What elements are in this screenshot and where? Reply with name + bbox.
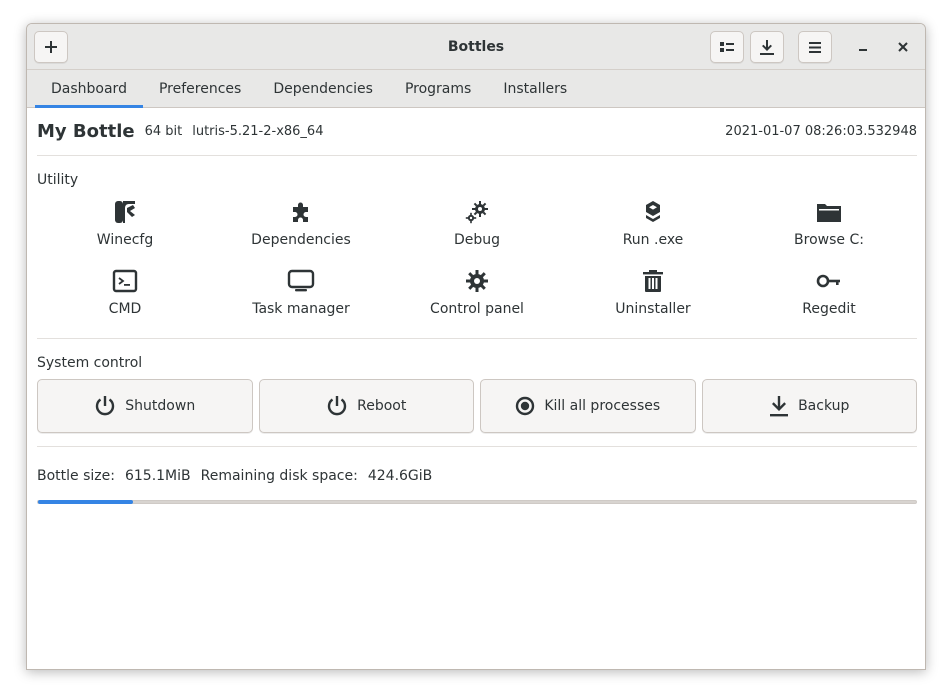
utility-run-exe[interactable]: Run .exe (565, 194, 741, 257)
folder-icon (817, 204, 841, 222)
system-control-section-title: System control (37, 355, 143, 371)
tab-dashboard[interactable]: Dashboard (35, 70, 143, 108)
utility-debug[interactable]: Debug (389, 194, 565, 257)
headerbar: Bottles (27, 24, 925, 70)
plus-icon (45, 41, 57, 53)
utility-grid: Winecfg Dependencies Debug Run .exe Brow… (37, 194, 917, 339)
key-icon (816, 274, 840, 288)
reboot-label: Reboot (357, 398, 407, 414)
tab-dependencies[interactable]: Dependencies (257, 70, 389, 108)
utility-label: Uninstaller (615, 301, 691, 317)
remaining-disk-label: Remaining disk space: (200, 468, 358, 484)
utility-dependencies[interactable]: Dependencies (213, 194, 389, 257)
list-view-button[interactable] (710, 31, 744, 63)
power-icon (96, 396, 115, 416)
shutdown-label: Shutdown (125, 398, 196, 414)
stop-icon (516, 396, 535, 416)
window-title: Bottles (447, 39, 505, 55)
utility-task-manager[interactable]: Task manager (213, 263, 389, 326)
disk-info: Bottle size: 615.1MiB Remaining disk spa… (37, 468, 917, 484)
utility-label: Control panel (430, 301, 524, 317)
bottles-window: Bottles Dashboard Preferences Dependenci… (26, 23, 926, 670)
list-icon (720, 42, 734, 52)
minimize-button[interactable] (851, 35, 875, 59)
shutdown-button[interactable]: Shutdown (37, 379, 253, 433)
utility-label: CMD (108, 301, 142, 317)
main-menu-button[interactable] (798, 31, 832, 63)
hamburger-menu-icon (809, 41, 821, 53)
utility-label: Debug (453, 232, 501, 248)
reboot-button[interactable]: Reboot (258, 379, 474, 433)
backup-button[interactable]: Backup (701, 379, 917, 433)
bottle-header: My Bottle 64 bit lutris-5.21-2-x86_64 20… (37, 108, 917, 156)
bottle-arch: 64 bit (144, 124, 183, 139)
bottle-date: 2021-01-07 08:26:03.532948 (725, 124, 917, 139)
kill-all-processes-button[interactable]: Kill all processes (480, 379, 696, 433)
download-icon (760, 39, 774, 55)
tab-installers[interactable]: Installers (487, 70, 583, 108)
utility-label: Task manager (252, 301, 350, 317)
bottle-size-value: 615.1MiB (124, 468, 191, 484)
utility-label: Run .exe (622, 232, 684, 248)
utility-regedit[interactable]: Regedit (741, 263, 917, 326)
utility-uninstaller[interactable]: Uninstaller (565, 263, 741, 326)
bottle-name: My Bottle (37, 121, 135, 142)
remaining-disk-value: 424.6GiB (367, 468, 433, 484)
minimize-icon (859, 49, 867, 51)
utility-cmd[interactable]: CMD (37, 263, 213, 326)
system-control-row: Shutdown Reboot Kill all processes Backu… (37, 379, 917, 447)
new-bottle-button[interactable] (34, 31, 68, 63)
tab-bar: Dashboard Preferences Dependencies Progr… (27, 70, 925, 108)
utility-section-title: Utility (37, 172, 79, 188)
puzzle-icon (293, 202, 308, 222)
trash-icon (643, 270, 663, 292)
utility-label: Dependencies (251, 232, 351, 248)
utility-winecfg[interactable]: Winecfg (37, 194, 213, 257)
utility-label: Regedit (802, 301, 856, 317)
disk-usage-fill (38, 500, 133, 504)
gears-icon (465, 201, 488, 224)
utility-label: Browse C: (794, 232, 864, 248)
bottle-size-label: Bottle size: (37, 468, 115, 484)
utility-control-panel[interactable]: Control panel (389, 263, 565, 326)
gear-icon (466, 270, 488, 292)
backup-label: Backup (798, 398, 850, 414)
download-icon (770, 396, 789, 417)
terminal-icon (112, 269, 138, 293)
bottle-runner: lutris-5.21-2-x86_64 (192, 124, 324, 139)
reboot-icon (328, 396, 347, 416)
kill-all-processes-label: Kill all processes (544, 398, 661, 414)
tab-preferences[interactable]: Preferences (143, 70, 257, 108)
downloads-button[interactable] (750, 31, 784, 63)
disk-usage-bar (37, 500, 917, 504)
utility-browse-c[interactable]: Browse C: (741, 194, 917, 257)
monitor-icon (287, 269, 315, 292)
tab-programs[interactable]: Programs (389, 70, 487, 108)
run-exe-icon (646, 201, 660, 222)
close-button[interactable] (891, 35, 915, 59)
winecfg-icon (115, 201, 135, 223)
utility-label: Winecfg (96, 232, 154, 248)
dashboard-content: My Bottle 64 bit lutris-5.21-2-x86_64 20… (37, 108, 917, 504)
close-icon (898, 42, 908, 52)
